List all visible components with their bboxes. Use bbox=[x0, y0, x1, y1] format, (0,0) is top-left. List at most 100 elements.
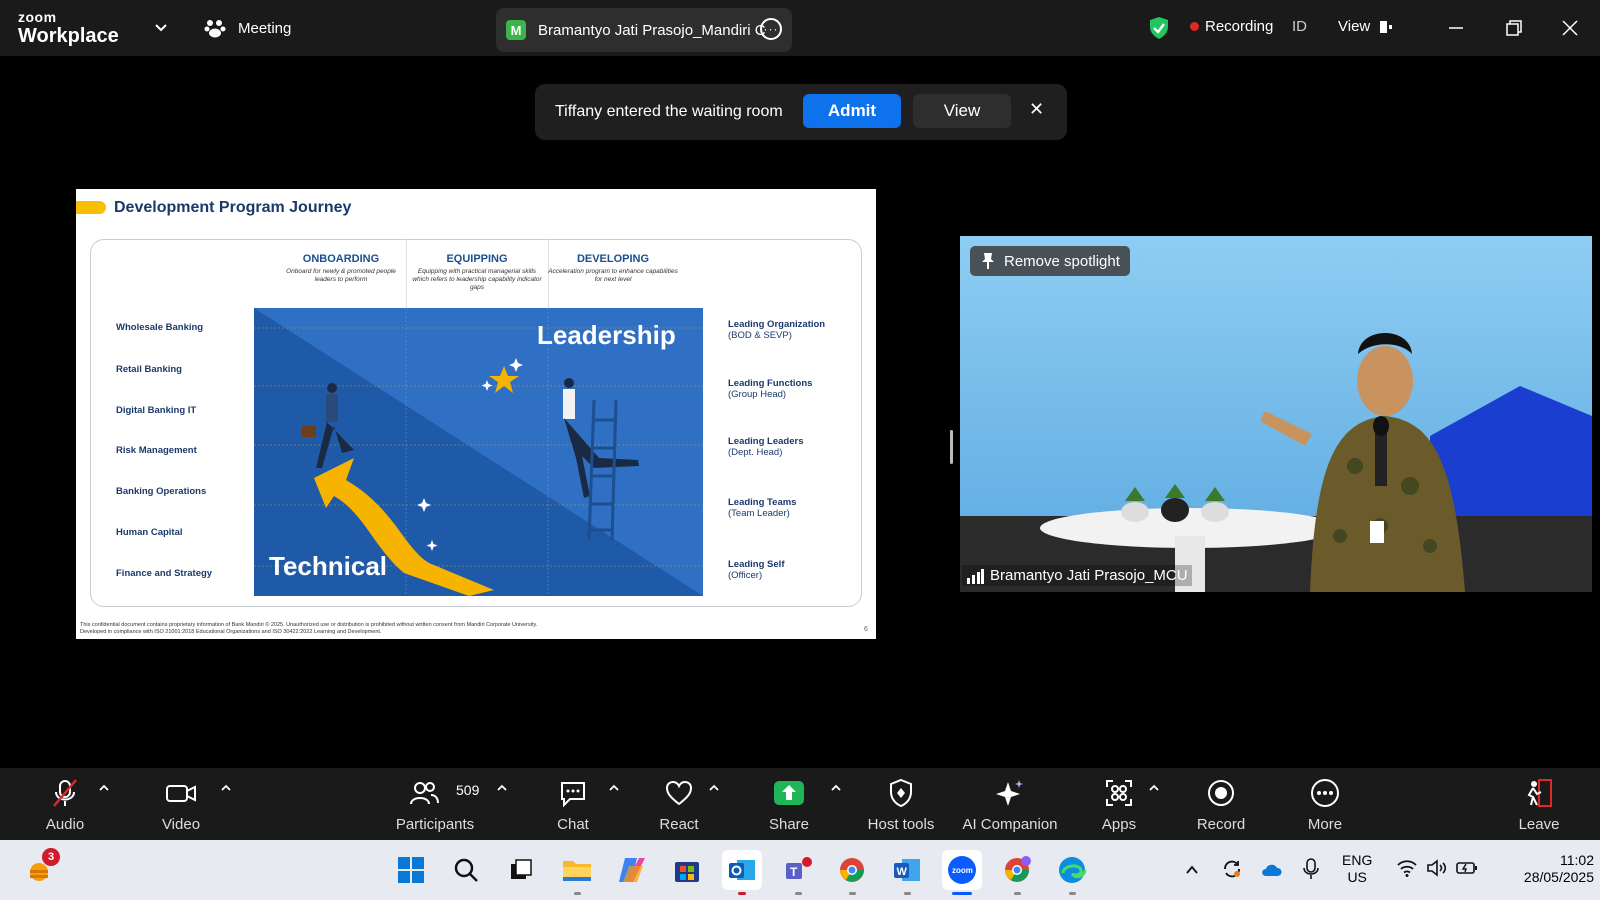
admit-button[interactable]: Admit bbox=[803, 94, 901, 128]
host-tools-button[interactable]: Host tools bbox=[846, 768, 956, 840]
outlook-button[interactable] bbox=[722, 850, 762, 890]
view-waiting-room-button[interactable]: View bbox=[913, 94, 1011, 128]
video-label: Video bbox=[161, 816, 201, 833]
windows-logo-icon bbox=[398, 857, 424, 883]
meeting-id-button[interactable]: ID bbox=[1292, 18, 1307, 35]
leave-button[interactable]: Leave bbox=[1484, 768, 1594, 840]
battery-icon[interactable] bbox=[1456, 859, 1478, 877]
teams-button[interactable]: T bbox=[778, 850, 818, 890]
restore-icon[interactable] bbox=[1502, 16, 1526, 40]
zoom-app-icon: zoom bbox=[948, 856, 976, 884]
chevron-up-icon[interactable] bbox=[98, 782, 110, 794]
edge-button[interactable] bbox=[1052, 850, 1092, 890]
shared-screen-slide: Development Program Journey ONBOARDING O… bbox=[76, 189, 876, 639]
level-label: Leading Self (Officer) bbox=[728, 559, 784, 582]
more-dots-icon bbox=[1311, 779, 1339, 807]
speaker-video-tile[interactable]: Remove spotlight Bramantyo Jati Prasojo_… bbox=[960, 236, 1592, 592]
outlook-icon bbox=[729, 860, 755, 880]
file-explorer-button[interactable] bbox=[557, 850, 597, 890]
active-speaker-pill[interactable]: M Bramantyo Jati Prasojo_Mandiri C ··· bbox=[496, 8, 792, 52]
folder-icon bbox=[563, 861, 591, 881]
audio-button[interactable]: Audio bbox=[10, 768, 120, 840]
react-button[interactable]: React bbox=[624, 768, 734, 840]
more-options-icon[interactable]: ··· bbox=[760, 18, 782, 40]
volume-icon[interactable] bbox=[1426, 858, 1448, 878]
chevron-up-icon[interactable] bbox=[608, 782, 620, 794]
split-view-handle[interactable] bbox=[950, 430, 953, 464]
record-label: Record bbox=[1196, 816, 1246, 833]
chevron-up-icon[interactable] bbox=[220, 782, 232, 794]
meeting-menu[interactable]: Meeting bbox=[204, 18, 291, 38]
speaker-video-frame bbox=[960, 236, 1592, 592]
journey-illustration: Leadership Technical bbox=[254, 308, 703, 596]
meeting-controls-toolbar: Audio Video 509 Participants Chat React … bbox=[0, 768, 1600, 840]
wifi-icon[interactable] bbox=[1396, 858, 1418, 878]
zoom-button[interactable]: zoom bbox=[942, 850, 982, 890]
record-icon bbox=[1208, 780, 1234, 806]
record-button[interactable]: Record bbox=[1166, 768, 1276, 840]
more-button[interactable]: More bbox=[1270, 768, 1380, 840]
chevron-down-icon[interactable] bbox=[152, 18, 170, 36]
chevron-up-icon[interactable] bbox=[496, 782, 508, 794]
chevron-up-icon[interactable] bbox=[708, 782, 720, 794]
leave-door-icon bbox=[1527, 779, 1552, 807]
minimize-icon[interactable] bbox=[1444, 16, 1468, 40]
speaker-avatar: M bbox=[506, 20, 526, 40]
microphone-icon[interactable] bbox=[1302, 857, 1320, 881]
word-icon: W bbox=[894, 859, 920, 881]
function-label: Human Capital bbox=[116, 527, 183, 538]
paw-icon bbox=[204, 20, 226, 38]
running-indicator bbox=[904, 892, 911, 895]
chevron-up-icon[interactable] bbox=[1148, 782, 1160, 794]
word-button[interactable]: W bbox=[887, 850, 927, 890]
remove-spotlight-button[interactable]: Remove spotlight bbox=[970, 246, 1130, 276]
search-button[interactable] bbox=[446, 850, 486, 890]
zoom-meeting-window: zoom Workplace Meeting M Bramantyo Jati … bbox=[0, 0, 1600, 900]
task-view-button[interactable] bbox=[501, 850, 541, 890]
view-label: View bbox=[1338, 18, 1371, 35]
chat-label: Chat bbox=[557, 816, 589, 833]
phase-onboarding: ONBOARDING Onboard for newly & promoted … bbox=[276, 253, 406, 284]
input-language[interactable]: ENG US bbox=[1342, 852, 1372, 886]
level-title: Leading Teams bbox=[728, 497, 797, 508]
running-indicator bbox=[1014, 892, 1021, 895]
title-accent-bar bbox=[76, 201, 106, 214]
lang-line2: US bbox=[1347, 868, 1367, 885]
share-button[interactable]: Share bbox=[734, 768, 844, 840]
zoom-workplace-logo: zoom Workplace bbox=[18, 10, 119, 46]
recording-indicator[interactable]: Recording bbox=[1190, 18, 1273, 35]
start-button[interactable] bbox=[391, 850, 431, 890]
chrome-button[interactable] bbox=[832, 850, 872, 890]
chat-button[interactable]: Chat bbox=[518, 768, 628, 840]
weather-widget[interactable]: 3 bbox=[20, 848, 60, 890]
apps-icon bbox=[1106, 780, 1132, 806]
speaker-name: Bramantyo Jati Prasojo_Mandiri C bbox=[538, 21, 766, 39]
security-shield-icon[interactable] bbox=[1148, 16, 1170, 40]
ai-companion-button[interactable]: AI Companion bbox=[950, 768, 1070, 840]
function-label: Banking Operations bbox=[116, 486, 207, 497]
svg-text:zoom: zoom bbox=[952, 866, 973, 875]
sync-icon[interactable] bbox=[1221, 858, 1243, 880]
show-hidden-icons-icon[interactable] bbox=[1184, 862, 1200, 878]
apps-button[interactable]: Apps bbox=[1064, 768, 1174, 840]
clock[interactable]: 11:02 28/05/2025 bbox=[1494, 852, 1594, 886]
view-button[interactable]: View bbox=[1338, 18, 1394, 35]
weather-badge: 3 bbox=[42, 848, 60, 866]
edge-icon bbox=[1059, 857, 1087, 883]
clock-date: 28/05/2025 bbox=[1523, 868, 1594, 885]
close-notification-icon[interactable]: ✕ bbox=[1029, 99, 1044, 120]
level-sub: (Team Leader) bbox=[728, 508, 790, 520]
chevron-up-icon[interactable] bbox=[830, 782, 842, 794]
close-window-icon[interactable] bbox=[1558, 16, 1582, 40]
chrome-profile-button[interactable] bbox=[997, 850, 1037, 890]
video-camera-icon bbox=[166, 785, 196, 802]
copilot-button[interactable] bbox=[612, 850, 652, 890]
level-title: Leading Leaders bbox=[728, 436, 804, 447]
host-shield-icon bbox=[890, 778, 912, 808]
microsoft-store-button[interactable] bbox=[667, 850, 707, 890]
level-label: Leading Functions (Group Head) bbox=[728, 378, 812, 401]
level-title: Leading Self bbox=[728, 559, 785, 570]
participants-button[interactable]: 509 Participants bbox=[380, 768, 490, 840]
onedrive-cloud-icon[interactable] bbox=[1260, 860, 1284, 878]
video-button[interactable]: Video bbox=[126, 768, 236, 840]
